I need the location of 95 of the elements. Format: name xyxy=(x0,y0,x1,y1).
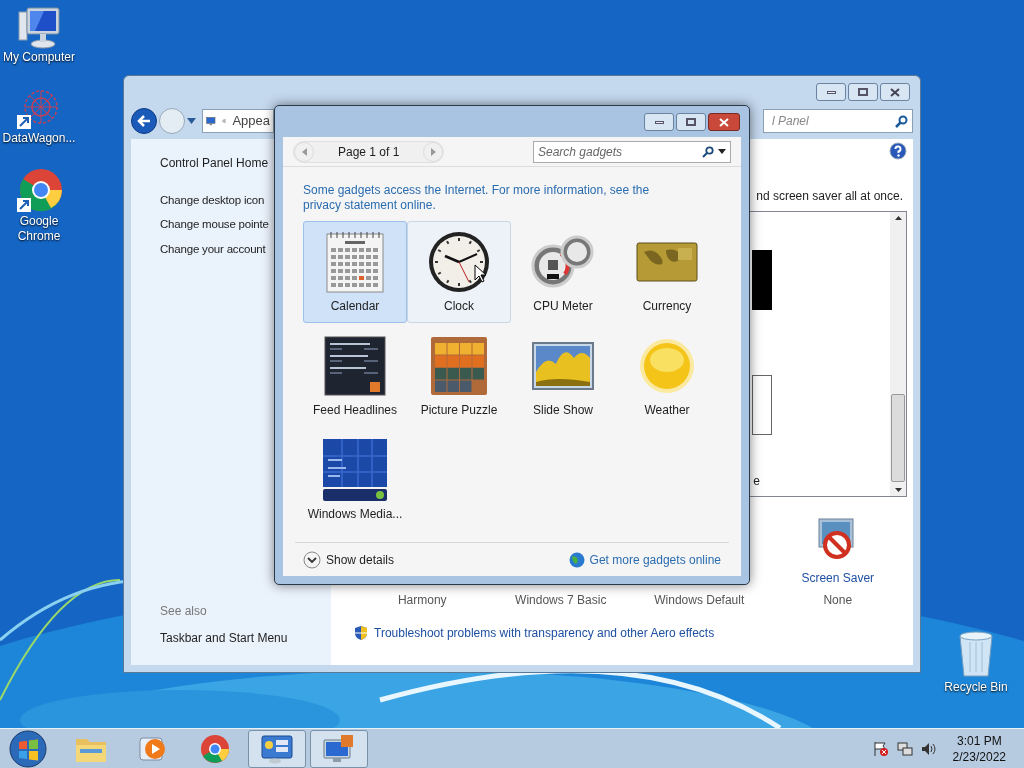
gadget-name: Feed Headlines xyxy=(312,402,398,419)
currency-card-icon xyxy=(636,241,698,282)
privacy-notice-link[interactable]: Some gadgets access the Internet. For more information, see the privacy statement online. xyxy=(283,167,703,213)
intro-text: nd screen saver all at once. xyxy=(756,188,904,205)
desktop-icon-label[interactable]: DataWagon... xyxy=(0,131,78,146)
help-icon[interactable] xyxy=(889,142,907,160)
theme-preview xyxy=(752,375,772,435)
search-field[interactable]: l Panel xyxy=(763,109,913,133)
gadget-tile[interactable]: Picture Puzzle xyxy=(407,325,511,427)
monitor-icon xyxy=(206,114,216,128)
gadget-tile[interactable]: Clock xyxy=(407,221,511,323)
clock-time[interactable]: 3:01 PM xyxy=(956,732,1002,749)
gadget-name: Weather xyxy=(644,402,690,419)
computer-icon xyxy=(15,6,63,50)
recycle-bin-icon xyxy=(956,630,996,678)
gadget-name: Calendar xyxy=(330,298,380,315)
monitor-icon xyxy=(323,733,355,764)
puzzle-icon xyxy=(430,335,488,396)
scrollbar[interactable] xyxy=(890,212,906,496)
gadget-name: Currency xyxy=(642,298,692,315)
media-center-icon xyxy=(322,437,388,502)
taskbar-button[interactable] xyxy=(310,729,368,768)
dropdown-arrow-icon[interactable] xyxy=(718,149,726,154)
gauges-icon xyxy=(531,233,595,290)
theme-name: e xyxy=(753,473,760,490)
clock-icon xyxy=(427,229,491,294)
close-icon xyxy=(890,87,900,97)
calendar-icon xyxy=(325,229,385,294)
desktop-icon-label[interactable]: Recycle Bin xyxy=(944,678,1008,696)
theme-name[interactable]: Harmony xyxy=(353,591,492,609)
theme-name[interactable]: Windows 7 Basic xyxy=(491,591,630,609)
sun-icon xyxy=(639,337,695,394)
sidebar-link[interactable]: Change your account xyxy=(160,240,269,258)
gadget-name: CPU Meter xyxy=(533,298,593,315)
scroll-down-icon[interactable] xyxy=(894,488,902,492)
theme-preview xyxy=(752,250,772,310)
search-icon xyxy=(702,145,714,158)
sidebar-link[interactable]: Control Panel Home xyxy=(160,154,269,172)
windows-logo-icon xyxy=(9,729,47,768)
gadget-name: Slide Show xyxy=(532,402,593,419)
shield-icon xyxy=(354,625,368,641)
address-text: Appea xyxy=(232,112,270,131)
gadget-name: Clock xyxy=(444,298,474,315)
search-icon xyxy=(895,114,908,128)
network-icon[interactable] xyxy=(896,740,913,757)
minimize-button[interactable] xyxy=(816,83,846,101)
desktop-icon-label[interactable]: Google Chrome xyxy=(0,214,78,244)
chrome-icon xyxy=(200,733,230,764)
mouse-cursor-icon xyxy=(474,264,486,283)
close-icon xyxy=(719,117,729,127)
search-field[interactable]: Search gadgets xyxy=(533,140,731,163)
left-arrow-icon xyxy=(301,147,307,156)
back-arrow-icon xyxy=(137,115,151,127)
gadget-tile[interactable]: CPU Meter xyxy=(511,221,615,323)
back-button[interactable] xyxy=(131,108,157,134)
screen-saver-link[interactable]: Screen Saver xyxy=(801,569,875,587)
close-button[interactable] xyxy=(708,113,740,131)
flag-icon[interactable] xyxy=(872,740,889,757)
taskbar-button[interactable] xyxy=(248,729,306,768)
address-bar[interactable]: Appea xyxy=(202,109,274,133)
gadget-name: Windows Media... xyxy=(307,506,403,523)
gadget-tile[interactable]: Slide Show xyxy=(511,325,615,427)
sidebar-link[interactable]: Taskbar and Start Menu xyxy=(160,629,288,647)
chrome-icon xyxy=(15,168,63,214)
gadget-name: Picture Puzzle xyxy=(420,402,498,419)
theme-name[interactable]: Windows Default xyxy=(630,591,769,609)
screen-saver-value: None xyxy=(823,592,853,609)
gadget-tile[interactable]: Feed Headlines xyxy=(303,325,407,427)
control-panel-icon xyxy=(261,733,293,764)
chevrons-icon xyxy=(221,117,227,125)
scroll-up-icon[interactable] xyxy=(894,216,902,220)
close-button[interactable] xyxy=(880,83,910,101)
clock-date[interactable]: 2/23/2022 xyxy=(952,748,1006,765)
troubleshoot-link[interactable]: Troubleshoot problems with transparency and other Aero effects xyxy=(374,624,715,642)
maximize-button[interactable] xyxy=(676,113,706,131)
get-more-gadgets-link[interactable]: Get more gadgets online xyxy=(589,550,721,569)
globe-icon xyxy=(568,551,585,568)
gadget-tile[interactable]: Weather xyxy=(615,325,719,427)
gadget-tile[interactable]: Currency xyxy=(615,221,719,323)
start-button[interactable] xyxy=(8,729,48,768)
right-arrow-icon xyxy=(430,147,436,156)
maximize-button[interactable] xyxy=(848,83,878,101)
show-details-button[interactable]: Show details xyxy=(303,550,395,569)
feed-headlines-icon xyxy=(324,335,386,396)
page-indicator: Page 1 of 1 xyxy=(337,143,401,161)
sidebar-link[interactable]: Change desktop icon xyxy=(160,192,269,210)
gadget-tile[interactable]: Windows Media... xyxy=(303,429,407,531)
scrollbar-thumb[interactable] xyxy=(891,394,905,482)
gadget-tile[interactable]: Calendar xyxy=(303,221,407,323)
see-also-heading: See also xyxy=(160,603,207,620)
desktop-icon-label[interactable]: My Computer xyxy=(0,50,78,65)
chevron-down-icon xyxy=(303,550,321,569)
sidebar-link[interactable]: Change mouse pointe xyxy=(160,216,269,234)
minimize-button[interactable] xyxy=(644,113,674,131)
flowers-icon xyxy=(532,341,594,390)
